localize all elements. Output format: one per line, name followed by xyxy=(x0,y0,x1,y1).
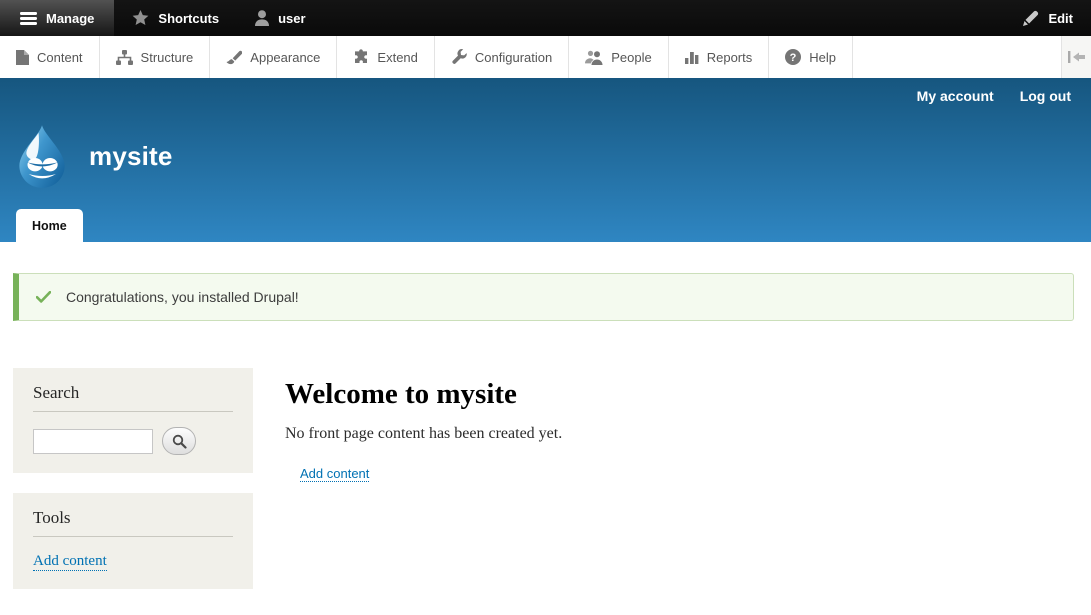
tools-block-title: Tools xyxy=(33,508,233,537)
toolbar-item-configuration[interactable]: Configuration xyxy=(435,36,569,78)
toolbar-label: People xyxy=(611,50,651,65)
toolbar-item-reports[interactable]: Reports xyxy=(669,36,770,78)
toolbar-item-structure[interactable]: Structure xyxy=(100,36,211,78)
page-title: Welcome to mysite xyxy=(285,378,562,411)
puzzle-icon xyxy=(353,49,369,65)
toolbar-label: Structure xyxy=(141,50,194,65)
my-account-link[interactable]: My account xyxy=(917,88,994,104)
drupal-logo[interactable] xyxy=(13,124,71,188)
search-block-title: Search xyxy=(33,383,233,412)
toolbar-item-content[interactable]: Content xyxy=(0,36,100,78)
search-input[interactable] xyxy=(33,429,153,454)
site-branding: mysite xyxy=(13,124,173,188)
tab-home[interactable]: Home xyxy=(16,209,83,242)
bar-chart-icon xyxy=(685,50,699,64)
checkmark-icon xyxy=(36,291,51,303)
wrench-icon xyxy=(451,49,467,65)
user-tab[interactable]: user xyxy=(237,0,323,36)
search-form xyxy=(33,427,233,455)
user-icon xyxy=(255,10,269,26)
admin-menu-bar: Content Structure Appearance Extend Conf… xyxy=(0,36,1091,78)
sitemap-icon xyxy=(116,50,133,65)
shortcuts-label: Shortcuts xyxy=(158,11,219,26)
edit-label: Edit xyxy=(1048,11,1073,26)
toolbar-label: Extend xyxy=(377,50,417,65)
status-message: Congratulations, you installed Drupal! xyxy=(13,273,1074,321)
toolbar-label: Configuration xyxy=(475,50,552,65)
toolbar-label: Help xyxy=(809,50,836,65)
search-submit-button[interactable] xyxy=(162,427,196,455)
collapse-left-icon xyxy=(1068,51,1085,63)
menu-icon xyxy=(20,12,37,25)
site-name[interactable]: mysite xyxy=(89,141,173,172)
main-content: Welcome to mysite No front page content … xyxy=(285,368,562,483)
edit-button[interactable]: Edit xyxy=(1005,0,1091,36)
status-text: Congratulations, you installed Drupal! xyxy=(66,289,299,305)
toolbar-item-help[interactable]: ? Help xyxy=(769,36,853,78)
question-icon: ? xyxy=(785,49,801,65)
toolbar-item-extend[interactable]: Extend xyxy=(337,36,434,78)
admin-toolbar: Manage Shortcuts user Edit xyxy=(0,0,1091,36)
tools-block: Tools Add content xyxy=(13,493,253,589)
add-content-link[interactable]: Add content xyxy=(300,466,369,482)
site-header: My account Log out mysite xyxy=(0,78,1091,242)
secondary-menu: My account Log out xyxy=(917,88,1071,104)
shortcuts-tab[interactable]: Shortcuts xyxy=(114,0,237,36)
star-icon xyxy=(132,10,149,26)
toolbar-label: Reports xyxy=(707,50,753,65)
user-label: user xyxy=(278,11,305,26)
sidebar-add-content-link[interactable]: Add content xyxy=(33,553,107,571)
search-block: Search xyxy=(13,368,253,473)
people-icon xyxy=(585,50,603,65)
toolbar-label: Appearance xyxy=(250,50,320,65)
sidebar: Search Tools Add content xyxy=(13,368,253,609)
toolbar-orientation-toggle[interactable] xyxy=(1061,36,1091,78)
toolbar-item-people[interactable]: People xyxy=(569,36,668,78)
logout-link[interactable]: Log out xyxy=(1020,88,1071,104)
manage-tab[interactable]: Manage xyxy=(0,0,114,36)
empty-frontpage-text: No front page content has been created y… xyxy=(285,425,562,443)
svg-text:?: ? xyxy=(790,52,797,64)
paintbrush-icon xyxy=(226,50,242,65)
search-icon xyxy=(172,434,187,449)
file-icon xyxy=(16,50,29,65)
pencil-icon xyxy=(1023,10,1039,26)
toolbar-spacer xyxy=(853,36,1061,78)
toolbar-label: Content xyxy=(37,50,83,65)
manage-label: Manage xyxy=(46,11,94,26)
toolbar-item-appearance[interactable]: Appearance xyxy=(210,36,337,78)
content-area: Search Tools Add content Welcome to mysi… xyxy=(0,368,1091,609)
